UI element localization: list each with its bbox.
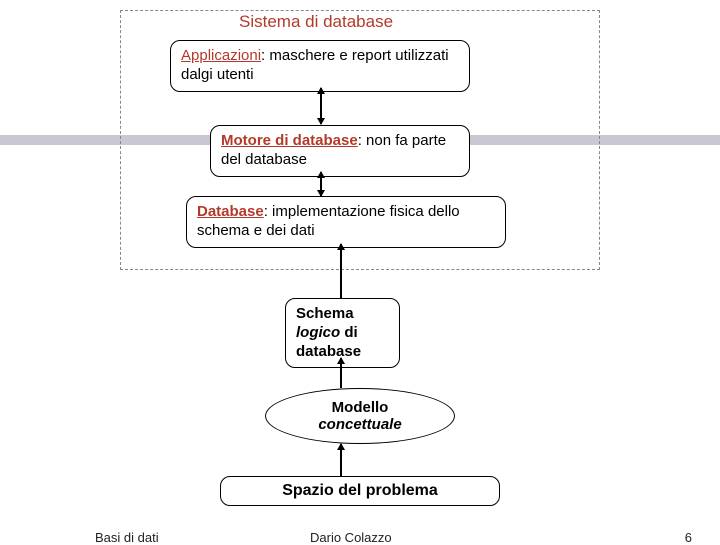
- arrow-engine-db: [320, 172, 322, 196]
- container-title: Sistema di database: [235, 12, 397, 32]
- box-applications: Applicazioni: maschere e report utilizza…: [170, 40, 470, 92]
- arrow-problem-model: [340, 444, 342, 476]
- ellipse-model: Modello concettuale: [265, 388, 455, 444]
- box-engine-title: Motore di database: [221, 132, 358, 149]
- schema-line3: database: [296, 343, 361, 360]
- footer-left: Basi di dati: [95, 530, 159, 545]
- box-engine: Motore di database: non fa parte del dat…: [210, 125, 470, 177]
- box-database: Database: implementazione fisica dello s…: [186, 196, 506, 248]
- schema-line1: Schema: [296, 305, 354, 322]
- box-problem-space: Spazio del problema: [220, 476, 500, 506]
- model-line1: Modello: [332, 399, 389, 416]
- schema-line2-rest: di: [340, 324, 358, 341]
- arrow-model-schema: [340, 358, 342, 388]
- box-applications-title: Applicazioni: [181, 47, 261, 64]
- footer-page-number: 6: [685, 530, 692, 545]
- schema-line2-italic: logico: [296, 324, 340, 341]
- model-line2: concettuale: [318, 416, 401, 433]
- arrow-app-engine: [320, 88, 322, 124]
- box-database-title: Database: [197, 203, 264, 220]
- arrow-schema-db: [340, 244, 342, 298]
- footer-author: Dario Colazzo: [310, 530, 392, 545]
